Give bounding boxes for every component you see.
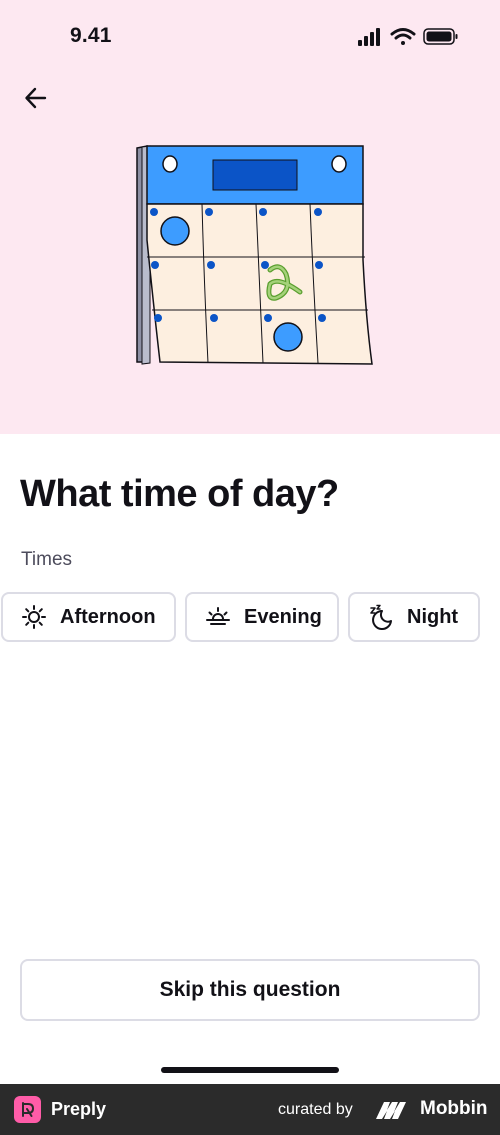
calendar-illustration: [136, 145, 373, 365]
skip-button[interactable]: Skip this question: [20, 959, 480, 1021]
back-button[interactable]: [16, 78, 56, 118]
preply-logo-icon: [14, 1096, 41, 1123]
cellular-signal-icon: [358, 28, 380, 46]
mobbin-logo-icon: [376, 1102, 406, 1119]
home-indicator[interactable]: [161, 1067, 339, 1073]
sunset-icon: [205, 604, 231, 630]
curated-by-label: curated by: [278, 1101, 353, 1118]
arrow-left-icon: [25, 87, 47, 109]
brand-name: Preply: [51, 1099, 107, 1119]
section-label: Times: [21, 549, 73, 570]
footer-bar: Preply curated by Mobbin: [0, 1084, 500, 1135]
status-time: 9.41: [70, 24, 112, 47]
option-label: Afternoon: [60, 605, 156, 628]
option-label: Night: [407, 605, 459, 628]
option-afternoon[interactable]: Afternoon: [1, 592, 176, 642]
battery-icon: [423, 28, 458, 45]
status-icons: [358, 28, 458, 46]
moon-sleep-icon: [368, 604, 394, 630]
sun-icon: [21, 604, 47, 630]
curator-name: Mobbin: [420, 1098, 488, 1119]
page-title: What time of day?: [20, 473, 339, 515]
option-evening[interactable]: Evening: [185, 592, 339, 642]
option-label: Evening: [244, 605, 322, 628]
wifi-icon: [390, 28, 416, 45]
option-night[interactable]: Night: [348, 592, 480, 642]
